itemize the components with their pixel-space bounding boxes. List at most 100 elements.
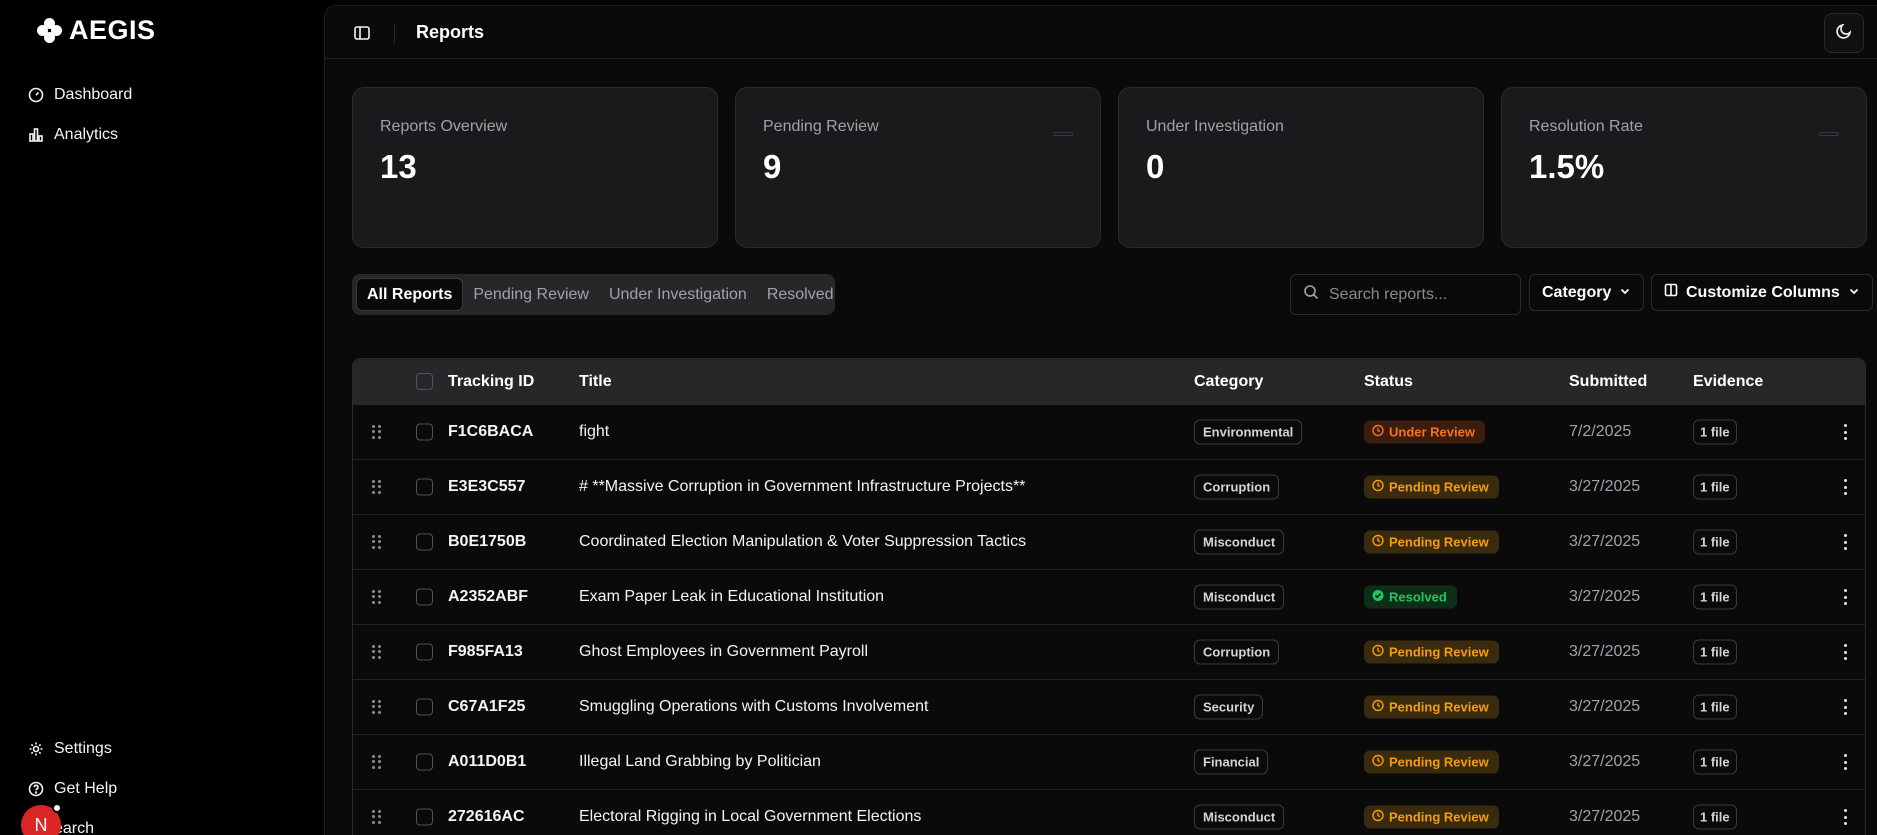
brand-logo[interactable]: AEGIS bbox=[37, 15, 156, 46]
clock-icon bbox=[1372, 809, 1384, 825]
stat-label: Resolution Rate bbox=[1529, 118, 1643, 135]
sidebar-item-analytics[interactable]: Analytics bbox=[28, 123, 118, 147]
more-actions-icon[interactable] bbox=[1843, 644, 1847, 660]
avatar-initial: N bbox=[34, 814, 48, 835]
column-header-category[interactable]: Category bbox=[1194, 373, 1263, 391]
column-header-evidence[interactable]: Evidence bbox=[1693, 373, 1763, 391]
customize-columns-button[interactable]: Customize Columns bbox=[1651, 274, 1873, 311]
theme-toggle-button[interactable] bbox=[1824, 13, 1864, 53]
drag-handle-icon[interactable] bbox=[372, 810, 382, 824]
drag-handle-icon[interactable] bbox=[372, 645, 382, 659]
evidence-badge: 1 file bbox=[1693, 749, 1737, 775]
table-row[interactable]: C67A1F25 Smuggling Operations with Custo… bbox=[353, 680, 1865, 735]
evidence-badge: 1 file bbox=[1693, 474, 1737, 500]
table-row[interactable]: E3E3C557 # **Massive Corruption in Gover… bbox=[353, 460, 1865, 515]
stat-card-resolution-rate: Resolution Rate 1.5% bbox=[1501, 87, 1867, 248]
clock-icon bbox=[1372, 699, 1384, 715]
column-header-status[interactable]: Status bbox=[1364, 373, 1413, 391]
table-row[interactable]: F1C6BACA fight Environmental Under Revie… bbox=[353, 405, 1865, 460]
help-circle-icon bbox=[28, 781, 44, 797]
table-row[interactable]: 272616AC Electoral Rigging in Local Gove… bbox=[353, 790, 1865, 835]
report-title[interactable]: Smuggling Operations with Customs Involv… bbox=[579, 698, 929, 716]
more-actions-icon[interactable] bbox=[1843, 754, 1847, 770]
sidebar-item-label: Dashboard bbox=[54, 86, 133, 103]
tab-resolved[interactable]: Resolved bbox=[757, 278, 844, 311]
tracking-id: E3E3C557 bbox=[448, 478, 526, 495]
customize-columns-label: Customize Columns bbox=[1686, 283, 1840, 301]
select-all-checkbox[interactable] bbox=[416, 373, 433, 390]
report-tabs: All Reports Pending Review Under Investi… bbox=[352, 274, 835, 315]
tracking-id: F1C6BACA bbox=[448, 423, 534, 440]
tab-pending-review[interactable]: Pending Review bbox=[463, 278, 599, 311]
sidebar-item-settings[interactable]: Settings bbox=[28, 737, 112, 761]
category-badge: Misconduct bbox=[1194, 584, 1285, 610]
report-title[interactable]: Ghost Employees in Government Payroll bbox=[579, 643, 868, 661]
table-row[interactable]: A011D0B1 Illegal Land Grabbing by Politi… bbox=[353, 735, 1865, 790]
stat-label: Pending Review bbox=[763, 118, 879, 135]
row-checkbox[interactable] bbox=[416, 643, 433, 661]
sidebar-item-get-help[interactable]: Get Help bbox=[28, 777, 117, 801]
column-header-submitted[interactable]: Submitted bbox=[1569, 373, 1647, 391]
trend-chip bbox=[1053, 132, 1073, 136]
sidebar-item-label: Get Help bbox=[54, 780, 118, 797]
search-input[interactable] bbox=[1329, 285, 1509, 304]
tracking-id: 272616AC bbox=[448, 808, 525, 825]
chevron-down-icon bbox=[1619, 284, 1631, 302]
row-checkbox[interactable] bbox=[416, 533, 433, 551]
report-title[interactable]: Electoral Rigging in Local Government El… bbox=[579, 808, 921, 826]
more-actions-icon[interactable] bbox=[1843, 699, 1847, 715]
app-root: AEGIS Dashboard Analytics Settings Get H… bbox=[0, 0, 1877, 835]
report-title[interactable]: Illegal Land Grabbing by Politician bbox=[579, 753, 821, 771]
stat-value: 13 bbox=[380, 148, 417, 185]
gear-icon bbox=[28, 741, 44, 757]
report-title[interactable]: fight bbox=[579, 423, 609, 441]
table-row[interactable]: B0E1750B Coordinated Election Manipulati… bbox=[353, 515, 1865, 570]
category-badge: Misconduct bbox=[1194, 529, 1285, 555]
drag-handle-icon[interactable] bbox=[372, 590, 382, 604]
status-badge: Pending Review bbox=[1364, 640, 1499, 664]
drag-handle-icon[interactable] bbox=[372, 535, 382, 549]
table-row[interactable]: A2352ABF Exam Paper Leak in Educational … bbox=[353, 570, 1865, 625]
tracking-id: F985FA13 bbox=[448, 643, 523, 660]
status-label: Resolved bbox=[1389, 589, 1447, 605]
columns-icon bbox=[1664, 283, 1678, 302]
row-checkbox[interactable] bbox=[416, 808, 433, 826]
row-checkbox[interactable] bbox=[416, 588, 433, 606]
more-actions-icon[interactable] bbox=[1843, 479, 1847, 495]
sidebar-item-dashboard[interactable]: Dashboard bbox=[28, 83, 132, 107]
main-panel: Reports Reports Overview 13 Pending Revi… bbox=[324, 5, 1877, 835]
category-badge: Corruption bbox=[1194, 474, 1280, 500]
row-checkbox[interactable] bbox=[416, 698, 433, 716]
tracking-id: B0E1750B bbox=[448, 533, 527, 550]
category-filter-button[interactable]: Category bbox=[1529, 274, 1645, 311]
tracking-id: C67A1F25 bbox=[448, 698, 526, 715]
drag-handle-icon[interactable] bbox=[372, 425, 382, 439]
tab-under-investigation[interactable]: Under Investigation bbox=[599, 278, 757, 311]
report-title[interactable]: Coordinated Election Manipulation & Vote… bbox=[579, 533, 1026, 551]
row-checkbox[interactable] bbox=[416, 478, 433, 496]
table-row[interactable]: F985FA13 Ghost Employees in Government P… bbox=[353, 625, 1865, 680]
gauge-icon bbox=[28, 87, 44, 103]
report-title[interactable]: Exam Paper Leak in Educational Instituti… bbox=[579, 588, 884, 606]
check-circle-icon bbox=[1372, 590, 1384, 605]
category-badge: Misconduct bbox=[1194, 804, 1285, 830]
tab-all-reports[interactable]: All Reports bbox=[356, 278, 464, 311]
column-header-tracking-id[interactable]: Tracking ID bbox=[448, 373, 534, 391]
more-actions-icon[interactable] bbox=[1843, 589, 1847, 605]
more-actions-icon[interactable] bbox=[1843, 424, 1847, 440]
clock-icon bbox=[1372, 424, 1384, 440]
search-icon bbox=[1303, 284, 1319, 305]
more-actions-icon[interactable] bbox=[1843, 534, 1847, 550]
tracking-id: A2352ABF bbox=[448, 588, 529, 605]
drag-handle-icon[interactable] bbox=[372, 480, 382, 494]
row-checkbox[interactable] bbox=[416, 753, 433, 771]
row-checkbox[interactable] bbox=[416, 423, 433, 441]
column-header-title[interactable]: Title bbox=[579, 373, 612, 391]
category-badge: Financial bbox=[1194, 749, 1269, 775]
status-label: Pending Review bbox=[1389, 644, 1489, 660]
drag-handle-icon[interactable] bbox=[372, 700, 382, 714]
more-actions-icon[interactable] bbox=[1843, 809, 1847, 825]
sidebar-toggle-icon[interactable] bbox=[353, 24, 373, 44]
drag-handle-icon[interactable] bbox=[372, 755, 382, 769]
report-title[interactable]: # **Massive Corruption in Government Inf… bbox=[579, 478, 1025, 496]
